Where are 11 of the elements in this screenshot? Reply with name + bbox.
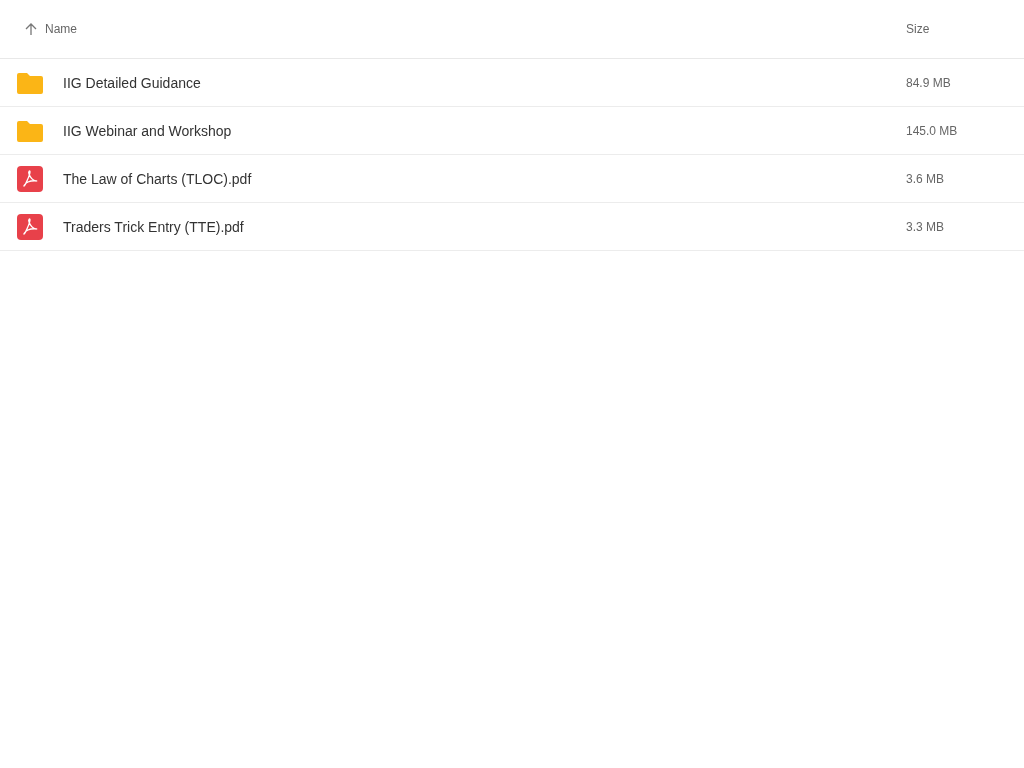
file-size: 3.3 MB bbox=[906, 219, 945, 234]
file-size: 84.9 MB bbox=[906, 75, 952, 90]
file-size: 145.0 MB bbox=[906, 123, 959, 138]
sort-arrow-icon[interactable] bbox=[25, 22, 37, 36]
column-header[interactable]: Size bbox=[906, 22, 930, 36]
file-name[interactable]: IIG Webinar and Workshop bbox=[63, 122, 906, 139]
column-header[interactable]: Name bbox=[45, 22, 77, 36]
file-size: 3.6 MB bbox=[906, 171, 945, 186]
file-name[interactable]: The Law of Charts (TLOC).pdf bbox=[63, 170, 906, 187]
file-name[interactable]: Traders Trick Entry (TTE).pdf bbox=[63, 218, 906, 235]
file-name[interactable]: IIG Detailed Guidance bbox=[63, 74, 906, 91]
